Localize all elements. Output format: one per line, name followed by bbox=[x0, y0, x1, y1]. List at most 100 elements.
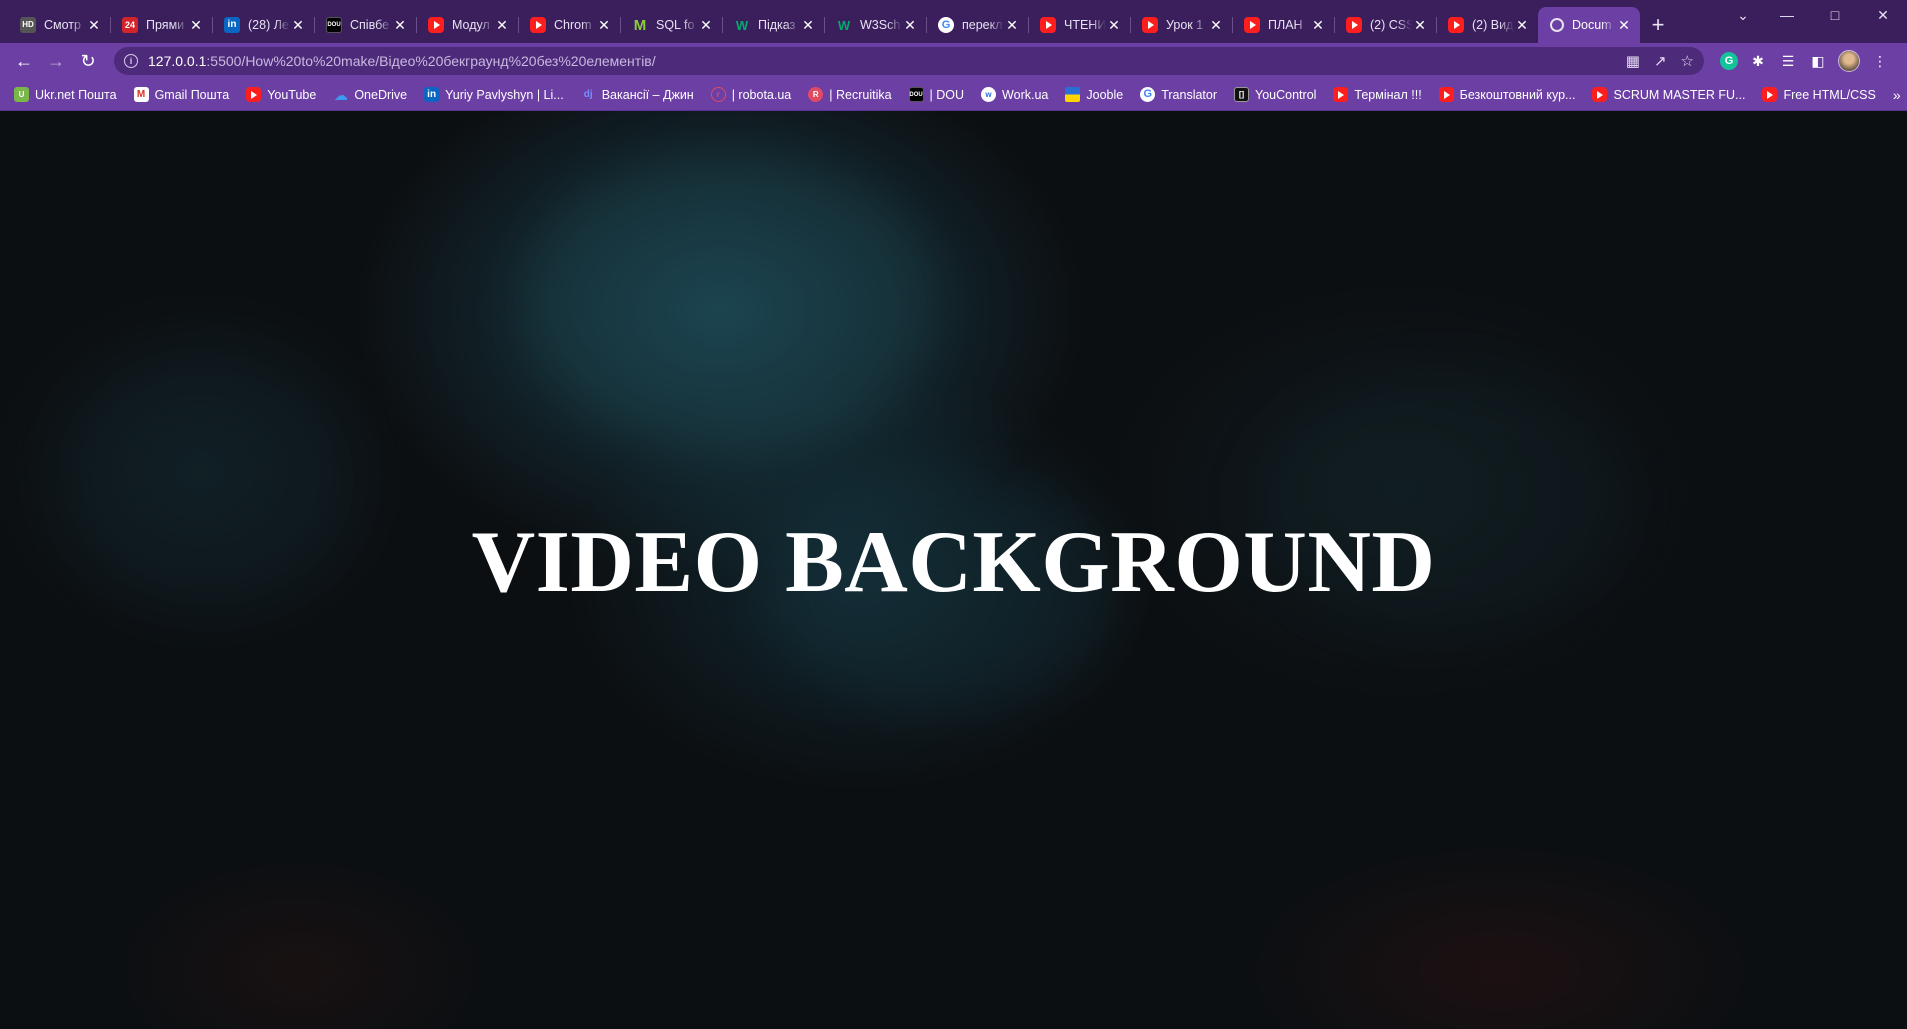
bookmark-item[interactable]: R | Recruitika bbox=[808, 87, 892, 102]
bookmark-item[interactable]: G Translator bbox=[1140, 87, 1217, 102]
tab-close-icon[interactable]: ✕ bbox=[1208, 17, 1224, 34]
youtube-icon bbox=[1244, 17, 1260, 33]
bookmark-label: | DOU bbox=[929, 87, 965, 102]
bookmark-item[interactable]: in Yuriy Pavlyshyn | Li... bbox=[424, 87, 564, 102]
url-path: :5500/How%20to%20make/Відео%20бекграунд%… bbox=[206, 53, 656, 69]
bookmark-item[interactable]: DOU | DOU bbox=[908, 87, 965, 102]
bookmarks-bar: U Ukr.net Пошта M Gmail Пошта YouTube ☁ OneDri… bbox=[0, 79, 1907, 111]
djinni-icon: dj bbox=[583, 88, 593, 100]
tab-close-icon[interactable]: ✕ bbox=[494, 17, 510, 34]
bookmark-label: Термінал !!! bbox=[1354, 87, 1422, 102]
bookmark-label: | robota.ua bbox=[731, 87, 792, 102]
tab[interactable]: HD Смотр ✕ bbox=[8, 7, 110, 43]
bookmark-label: Yuriy Pavlyshyn | Li... bbox=[445, 87, 564, 102]
bookmarks-list: U Ukr.net Пошта M Gmail Пошта YouTube ☁ OneDri… bbox=[14, 87, 1893, 102]
share-icon[interactable]: ↗ bbox=[1654, 52, 1667, 70]
onedrive-icon: ☁ bbox=[333, 86, 348, 103]
youtube-icon bbox=[1762, 87, 1778, 102]
tab-close-icon[interactable]: ✕ bbox=[1310, 17, 1326, 34]
bookmark-item[interactable]: Free HTML/CSS bbox=[1762, 87, 1876, 102]
grammarly-icon[interactable]: G bbox=[1720, 52, 1738, 70]
youtube-icon bbox=[1333, 87, 1349, 102]
site-info-icon[interactable]: i bbox=[124, 54, 138, 68]
smoke-layer bbox=[520, 151, 940, 451]
tab[interactable]: ЧТЕНИ ✕ bbox=[1028, 7, 1130, 43]
translate-icon[interactable]: ▦ bbox=[1626, 52, 1640, 70]
profile-avatar[interactable] bbox=[1838, 50, 1860, 72]
tab[interactable]: W Підказ ✕ bbox=[722, 7, 824, 43]
youtube-icon bbox=[530, 17, 546, 33]
tab-close-icon[interactable]: ✕ bbox=[1616, 17, 1632, 34]
menu-kebab-icon[interactable]: ⋮ bbox=[1870, 51, 1890, 71]
tab-title: Chrom bbox=[554, 18, 592, 32]
tab-title: SQL fo bbox=[656, 18, 695, 32]
media-controls-icon[interactable]: ☰ bbox=[1778, 51, 1798, 71]
tab-close-icon[interactable]: ✕ bbox=[1412, 17, 1428, 34]
bookmark-item[interactable]: Термінал !!! bbox=[1333, 87, 1422, 102]
extensions-puzzle-icon[interactable]: ✱ bbox=[1748, 51, 1768, 71]
tab-close-icon[interactable]: ✕ bbox=[188, 17, 204, 34]
tab[interactable]: (2) Вид ✕ bbox=[1436, 7, 1538, 43]
bookmark-item[interactable]: w Work.ua bbox=[981, 87, 1048, 102]
bookmark-item[interactable]: dj Вакансії – Джин bbox=[581, 87, 694, 102]
bookmark-item[interactable]: M Gmail Пошта bbox=[133, 87, 229, 102]
bookmark-item[interactable]: Безкоштовний кур... bbox=[1438, 87, 1575, 102]
bookmarks-overflow-chevron-icon[interactable]: » bbox=[1893, 87, 1901, 103]
tab-close-icon[interactable]: ✕ bbox=[800, 17, 816, 34]
bookmark-item[interactable]: r | robota.ua bbox=[710, 87, 792, 102]
back-arrow-icon[interactable]: ← bbox=[8, 45, 40, 77]
tab-close-icon[interactable]: ✕ bbox=[392, 17, 408, 34]
forward-arrow-icon[interactable]: → bbox=[40, 45, 72, 77]
tab[interactable]: DOU Співбе ✕ bbox=[314, 7, 416, 43]
tab[interactable]: (2) CSS ✕ bbox=[1334, 7, 1436, 43]
bookmark-label: SCRUM MASTER FU... bbox=[1613, 87, 1746, 102]
bookmark-item[interactable]: SCRUM MASTER FU... bbox=[1592, 87, 1745, 102]
window-controls: ⌄ — □ ✕ bbox=[1723, 0, 1907, 43]
tab-title: W3Sch bbox=[860, 18, 901, 32]
tab[interactable]: in (28) Ле ✕ bbox=[212, 7, 314, 43]
youcontrol-icon: [] bbox=[1234, 87, 1250, 102]
robota-icon: r bbox=[710, 87, 726, 102]
tab-close-icon[interactable]: ✕ bbox=[1514, 17, 1530, 34]
bookmark-star-icon[interactable]: ☆ bbox=[1681, 52, 1694, 70]
tab-active[interactable]: Docum ✕ bbox=[1538, 7, 1640, 43]
tab-title: ЧТЕНИ bbox=[1064, 18, 1106, 32]
bookmark-item[interactable]: [] YouControl bbox=[1234, 87, 1316, 102]
bookmark-label: | Recruitika bbox=[829, 87, 892, 102]
tab[interactable]: W W3Sch ✕ bbox=[824, 7, 926, 43]
tab-close-icon[interactable]: ✕ bbox=[86, 17, 102, 34]
bookmark-item[interactable]: YouTube bbox=[246, 87, 316, 102]
tab-title: Модул bbox=[452, 18, 490, 32]
tab-close-icon[interactable]: ✕ bbox=[290, 17, 306, 34]
maximize-button[interactable]: □ bbox=[1811, 0, 1859, 30]
minimize-button[interactable]: — bbox=[1763, 0, 1811, 30]
tab-title: (28) Ле bbox=[248, 18, 289, 32]
tab-title: (2) CSS bbox=[1370, 18, 1412, 32]
tab[interactable]: 24 Прями ✕ bbox=[110, 7, 212, 43]
close-window-button[interactable]: ✕ bbox=[1859, 0, 1907, 30]
tab[interactable]: Gперекл ✕ bbox=[926, 7, 1028, 43]
tab[interactable]: ПЛАН ✕ bbox=[1232, 7, 1334, 43]
tab-close-icon[interactable]: ✕ bbox=[596, 17, 612, 34]
bookmark-item[interactable]: U Ukr.net Пошта bbox=[14, 87, 117, 102]
side-panel-icon[interactable]: ◧ bbox=[1808, 51, 1828, 71]
tab-close-icon[interactable]: ✕ bbox=[698, 17, 714, 34]
tab-close-icon[interactable]: ✕ bbox=[902, 17, 918, 34]
bookmark-label: Work.ua bbox=[1002, 87, 1049, 102]
tab-close-icon[interactable]: ✕ bbox=[1106, 17, 1122, 34]
globe-icon bbox=[1550, 18, 1564, 32]
new-tab-button[interactable]: + bbox=[1640, 7, 1676, 43]
tab-close-icon[interactable]: ✕ bbox=[1004, 17, 1020, 34]
tab[interactable]: Урок 1 ✕ bbox=[1130, 7, 1232, 43]
tab-search-icon[interactable]: ⌄ bbox=[1723, 0, 1763, 30]
tab[interactable]: Chrom ✕ bbox=[518, 7, 620, 43]
tab[interactable]: M SQL fo ✕ bbox=[620, 7, 722, 43]
w3schools-icon: W bbox=[735, 17, 749, 33]
ukraine-flag-icon bbox=[1065, 87, 1081, 102]
address-bar[interactable]: i 127.0.0.1:5500/How%20to%20make/Відео%2… bbox=[114, 47, 1704, 75]
bookmark-item[interactable]: ☁ OneDrive bbox=[333, 87, 407, 102]
bookmark-item[interactable]: Jooble bbox=[1065, 87, 1123, 102]
tab[interactable]: Модул ✕ bbox=[416, 7, 518, 43]
bookmark-label: Translator bbox=[1161, 87, 1218, 102]
reload-icon[interactable]: ↻ bbox=[72, 45, 104, 77]
